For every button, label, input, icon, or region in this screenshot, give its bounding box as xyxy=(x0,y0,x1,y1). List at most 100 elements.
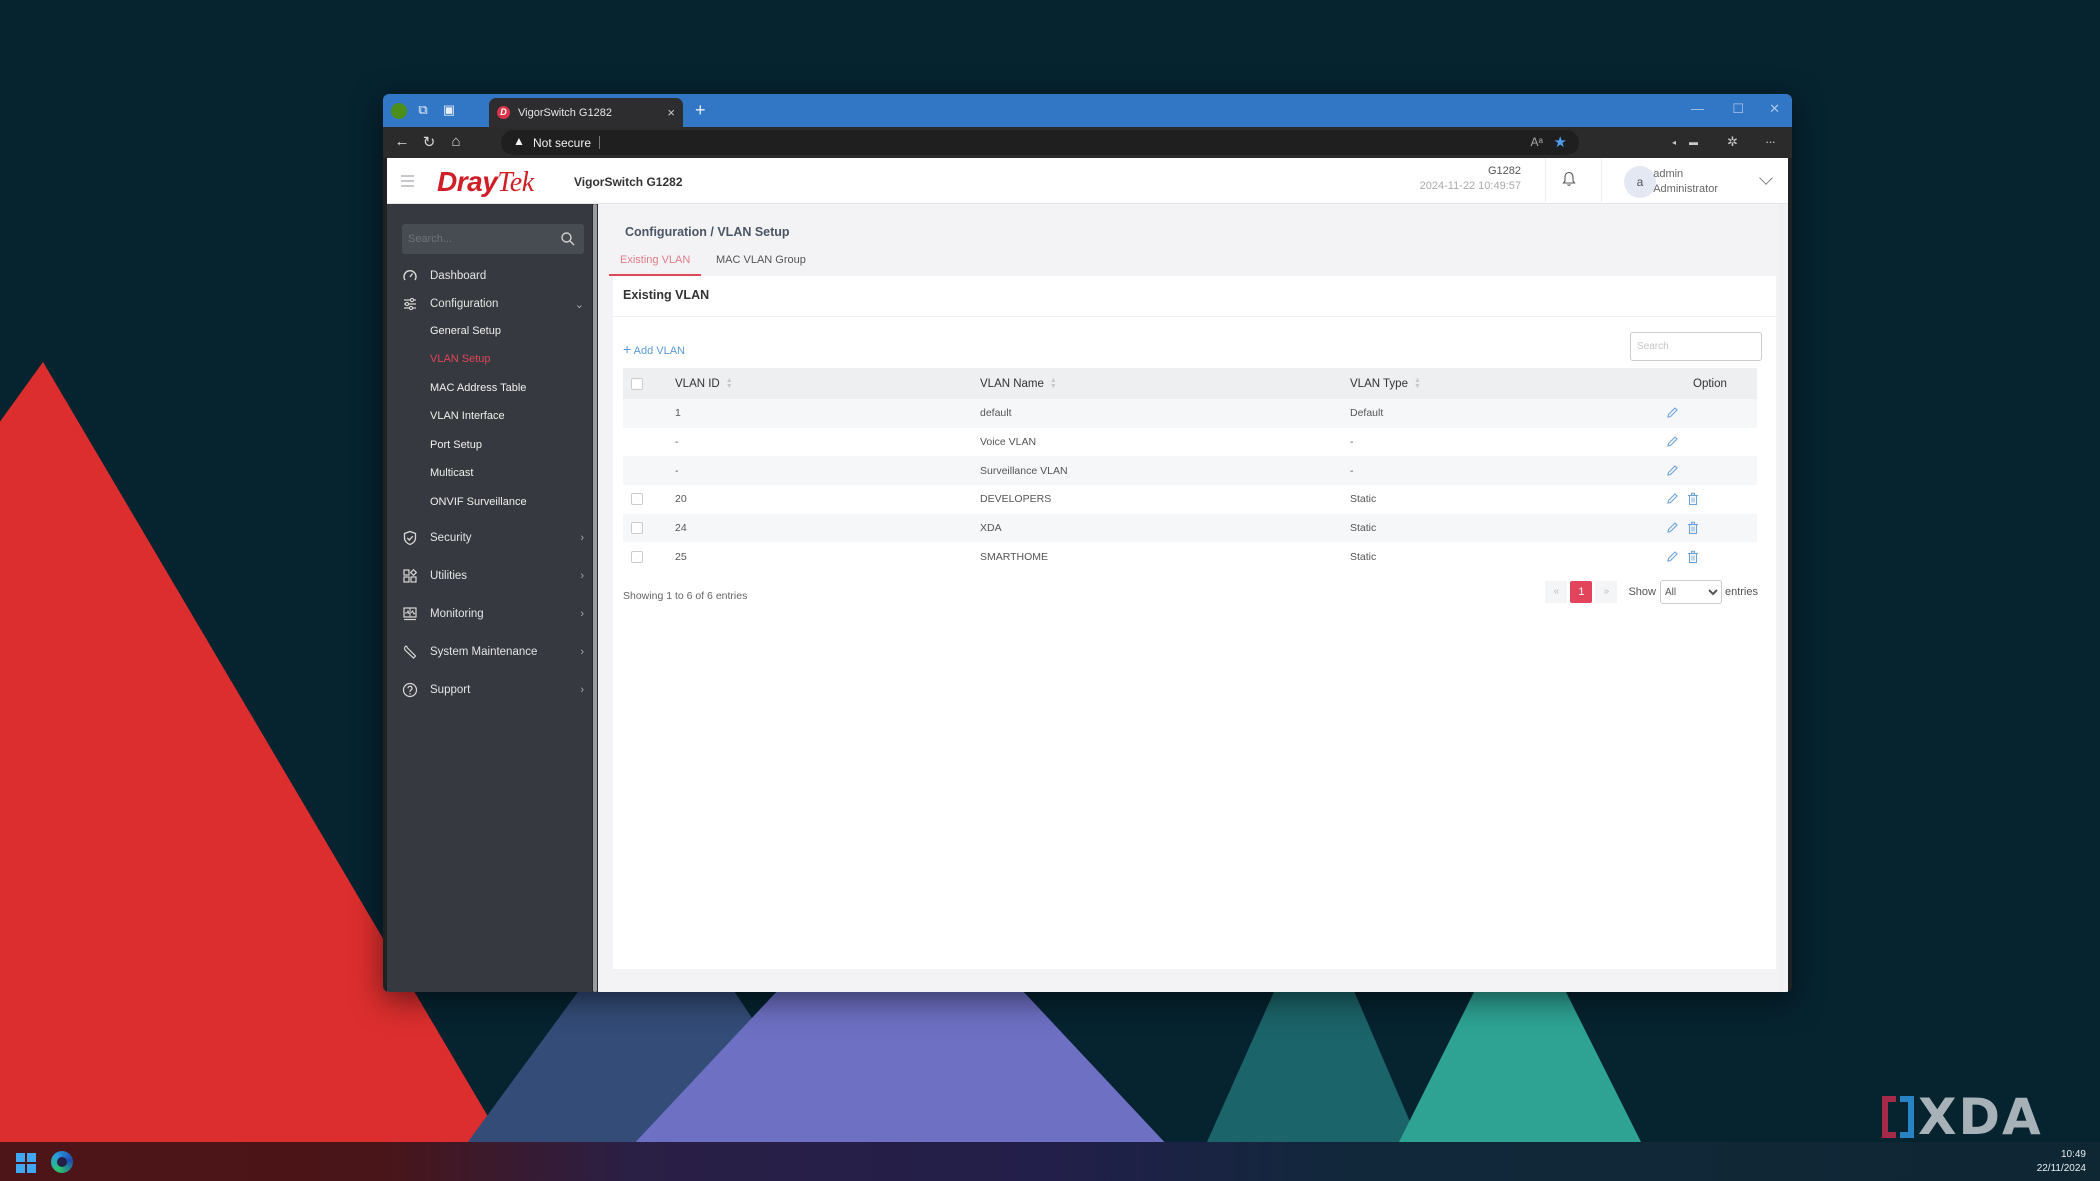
sidebar-item-system-maintenance[interactable]: System Maintenance › xyxy=(387,639,592,665)
column-header-label: VLAN ID xyxy=(675,377,720,390)
sidebar-item-security[interactable]: Security › xyxy=(387,525,592,551)
browser-window: ⧉ ▣ D VigorSwitch G1282 × + — ☐ ✕ ← ↻ ⌂ … xyxy=(383,94,1792,992)
workspaces-icon[interactable]: ⧉ xyxy=(415,102,431,118)
chevron-right-icon: › xyxy=(580,684,584,696)
edit-pencil-icon[interactable] xyxy=(1665,550,1679,564)
close-tab-icon[interactable]: × xyxy=(667,105,675,120)
windows-start-icon[interactable] xyxy=(16,1153,36,1173)
extension-icon[interactable]: ◂ xyxy=(1672,138,1676,147)
clock-time: 10:49 xyxy=(2060,1149,2086,1160)
cell-option xyxy=(1653,542,1733,571)
cell-vlan-name: DEVELOPERS xyxy=(980,493,1052,506)
read-aloud-icon[interactable]: Aᵃ xyxy=(1531,135,1543,149)
tab-mac-vlan-group[interactable]: MAC VLAN Group xyxy=(705,246,817,276)
sidebar-item-label: Support xyxy=(430,684,471,696)
sidebar-subitem-general-setup[interactable]: General Setup xyxy=(430,325,501,337)
extensions-puzzle-icon[interactable]: ✲ xyxy=(1727,134,1738,150)
edit-pencil-icon[interactable] xyxy=(1665,406,1679,420)
tab-existing-vlan[interactable]: Existing VLAN xyxy=(609,246,702,276)
row-checkbox[interactable] xyxy=(631,522,643,535)
edit-pencil-icon[interactable] xyxy=(1665,492,1679,506)
notification-bell-icon[interactable] xyxy=(1562,171,1576,187)
select-all-checkbox[interactable] xyxy=(631,377,643,390)
sidebar-scrollbar[interactable] xyxy=(592,204,598,992)
user-info[interactable]: admin Administrator xyxy=(1653,167,1718,197)
edit-pencil-icon[interactable] xyxy=(1665,521,1679,535)
row-checkbox[interactable] xyxy=(631,550,643,563)
user-menu-chevron-icon[interactable] xyxy=(1759,171,1773,185)
page-1-button[interactable]: 1 xyxy=(1570,581,1593,603)
existing-vlan-card: Existing VLAN + Add VLAN VLAN ID ▲▼ VLAN … xyxy=(613,276,1776,969)
sidebar-item-dashboard[interactable]: Dashboard xyxy=(387,263,592,289)
sidebar-subitem-vlan-setup[interactable]: VLAN Setup xyxy=(430,353,491,365)
main-scrollbar[interactable] xyxy=(1778,204,1784,992)
delete-trash-icon[interactable] xyxy=(1687,550,1699,564)
refresh-icon[interactable]: ↻ xyxy=(420,133,438,151)
sort-icon: ▲ ▼ xyxy=(1413,376,1421,390)
add-vlan-button[interactable]: + Add VLAN xyxy=(623,341,685,357)
sidebar-item-monitoring[interactable]: Monitoring › xyxy=(387,601,592,627)
pagination: « 1 » Show All entries xyxy=(1545,580,1758,604)
extension-2-icon[interactable]: ▬ xyxy=(1689,137,1698,147)
column-header-option: Option xyxy=(1693,377,1727,390)
sidebar-subitem-multicast[interactable]: Multicast xyxy=(430,467,473,479)
logo-tek: Tek xyxy=(497,167,534,198)
draytek-logo[interactable]: DrayTek xyxy=(437,166,534,199)
cell-vlan-type: - xyxy=(1350,436,1354,449)
prev-page-button[interactable]: « xyxy=(1545,581,1568,603)
sidebar-item-utilities[interactable]: Utilities › xyxy=(387,563,592,589)
column-header-vlan-type[interactable]: VLAN Type ▲ ▼ xyxy=(1350,368,1421,399)
select-all-cell xyxy=(631,368,643,399)
edge-browser-icon[interactable] xyxy=(51,1151,73,1173)
delete-trash-icon[interactable] xyxy=(1687,492,1699,506)
column-header-label: VLAN Name xyxy=(980,377,1044,390)
xda-watermark-text: XDA xyxy=(1918,1088,2043,1146)
cell-option xyxy=(1653,485,1733,514)
grid-apps-icon xyxy=(403,568,418,583)
sidebar-item-support[interactable]: Support › xyxy=(387,677,592,703)
back-arrow-icon[interactable]: ← xyxy=(393,133,411,150)
xda-bracket-right-icon xyxy=(1900,1096,1914,1138)
favorite-star-icon[interactable]: ★ xyxy=(1554,133,1567,151)
next-page-button[interactable]: » xyxy=(1595,581,1618,603)
home-icon[interactable]: ⌂ xyxy=(447,133,465,150)
edit-pencil-icon[interactable] xyxy=(1665,435,1679,449)
tab-actions-icon[interactable]: ▣ xyxy=(441,102,457,118)
table-search-input[interactable] xyxy=(1630,332,1762,361)
user-avatar[interactable]: a xyxy=(1624,166,1656,198)
cell-vlan-id: 1 xyxy=(675,407,681,420)
wrench-icon xyxy=(404,645,417,659)
sidebar-item-configuration[interactable]: Configuration ⌄ xyxy=(387,291,592,317)
cell-option xyxy=(1653,514,1733,543)
user-name: admin xyxy=(1653,168,1684,180)
chevron-right-icon: › xyxy=(580,608,584,620)
page-size-select[interactable]: All xyxy=(1659,580,1722,604)
search-icon[interactable] xyxy=(560,231,576,247)
maximize-button[interactable]: ☐ xyxy=(1732,101,1744,117)
new-tab-button[interactable]: + xyxy=(695,101,706,119)
column-header-vlan-id[interactable]: VLAN ID ▲ ▼ xyxy=(675,368,733,399)
row-checkbox[interactable] xyxy=(631,493,643,506)
close-window-button[interactable]: ✕ xyxy=(1769,101,1780,117)
browser-tab-active[interactable]: D VigorSwitch G1282 × xyxy=(489,98,683,127)
taskbar-clock[interactable]: 10:49 22/11/2024 xyxy=(2037,1148,2086,1176)
sidebar-subitem-onvif-surveillance[interactable]: ONVIF Surveillance xyxy=(430,496,527,508)
hamburger-menu-icon[interactable] xyxy=(401,175,414,190)
more-menu-icon[interactable]: ··· xyxy=(1765,134,1776,149)
table-row: 25 SMARTHOME Static xyxy=(623,542,1757,571)
sidebar-item-label: Monitoring xyxy=(430,608,484,620)
profile-icon[interactable] xyxy=(391,103,407,119)
sidebar-subitem-vlan-interface[interactable]: VLAN Interface xyxy=(430,410,505,422)
sidebar-subitem-port-setup[interactable]: Port Setup xyxy=(430,439,482,451)
delete-trash-icon[interactable] xyxy=(1687,521,1699,535)
minimize-button[interactable]: — xyxy=(1691,101,1704,116)
sidebar-search xyxy=(402,224,584,254)
chevron-down-icon: ⌄ xyxy=(574,298,584,311)
sidebar-subitem-mac-address-table[interactable]: MAC Address Table xyxy=(430,382,526,394)
breadcrumb: Configuration / VLAN Setup xyxy=(625,225,790,239)
url-field[interactable]: ▲ Not secure Aᵃ ★ xyxy=(501,130,1579,155)
column-header-vlan-name[interactable]: VLAN Name ▲ ▼ xyxy=(980,368,1057,399)
sidebar-search-input[interactable] xyxy=(408,230,548,248)
edit-pencil-icon[interactable] xyxy=(1665,464,1679,478)
security-status-label[interactable]: Not secure xyxy=(533,136,591,150)
